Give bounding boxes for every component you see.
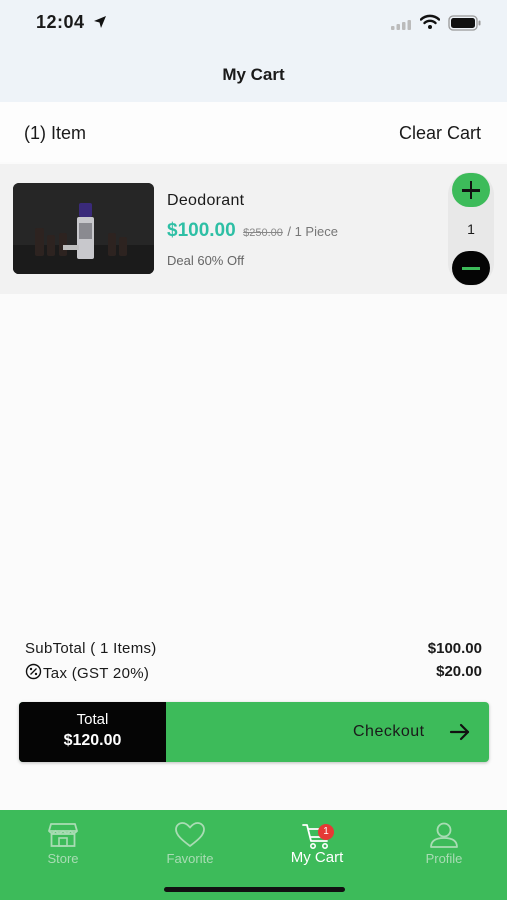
product-image <box>13 183 154 274</box>
cart-badge: 1 <box>318 824 334 840</box>
subtotal-value: $100.00 <box>427 640 482 657</box>
heart-icon <box>175 822 205 847</box>
cart-item: Deodorant $100.00 $250.00 / 1 Piece Deal… <box>0 164 507 294</box>
quantity-value: 1 <box>467 221 475 237</box>
total-box: Total $120.00 <box>19 702 166 762</box>
user-icon <box>430 822 458 848</box>
tab-store[interactable]: Store <box>8 810 118 880</box>
item-count: (1) Item <box>24 123 87 143</box>
tab-store-label: Store <box>47 851 79 866</box>
store-icon <box>48 823 78 847</box>
total-label: Total <box>76 711 109 728</box>
price-row: $100.00 $250.00 / 1 Piece <box>167 220 338 242</box>
quantity-stepper: 1 <box>448 172 494 286</box>
clear-cart-button[interactable]: Clear Cart <box>399 123 481 144</box>
tab-favorite-label: Favorite <box>166 851 214 866</box>
product-deal: Deal 60% Off <box>167 253 245 268</box>
home-indicator <box>164 887 345 892</box>
decrease-quantity-button[interactable] <box>452 251 490 285</box>
increase-quantity-button[interactable] <box>452 173 490 207</box>
checkout-button[interactable]: Total $120.00 Checkout <box>19 702 489 762</box>
tax-value: $20.00 <box>436 663 482 680</box>
product-price: $100.00 <box>167 220 236 241</box>
tab-my-cart-label: My Cart <box>290 849 344 866</box>
location-arrow-icon <box>94 16 106 28</box>
arrow-right-icon <box>449 723 470 741</box>
product-name: Deodorant <box>167 192 245 209</box>
nav-bar: My Cart <box>0 50 507 102</box>
product-old-price: $250.00 <box>243 227 283 239</box>
tab-my-cart[interactable]: 1 My Cart <box>262 810 372 880</box>
cellular-signal-icon <box>391 20 411 30</box>
tab-profile[interactable]: Profile <box>389 810 499 880</box>
cart-header: (1) Item Clear Cart <box>0 102 507 162</box>
battery-icon <box>448 15 481 31</box>
total-value: $120.00 <box>63 732 122 749</box>
tab-profile-label: Profile <box>425 851 463 866</box>
subtotal-label: SubTotal ( 1 Items) <box>25 640 157 657</box>
checkout-label: Checkout <box>353 723 425 740</box>
status-time: 12:04 <box>36 12 85 32</box>
percent-badge-icon <box>25 663 42 680</box>
tab-favorite[interactable]: Favorite <box>135 810 245 880</box>
product-unit: / 1 Piece <box>287 224 338 239</box>
wifi-icon <box>420 14 440 29</box>
page-title: My Cart <box>222 65 285 84</box>
status-bar: 12:04 <box>0 0 507 50</box>
tax-row: Tax (GST 20%) <box>25 663 149 682</box>
tax-label: Tax (GST 20%) <box>43 665 150 682</box>
